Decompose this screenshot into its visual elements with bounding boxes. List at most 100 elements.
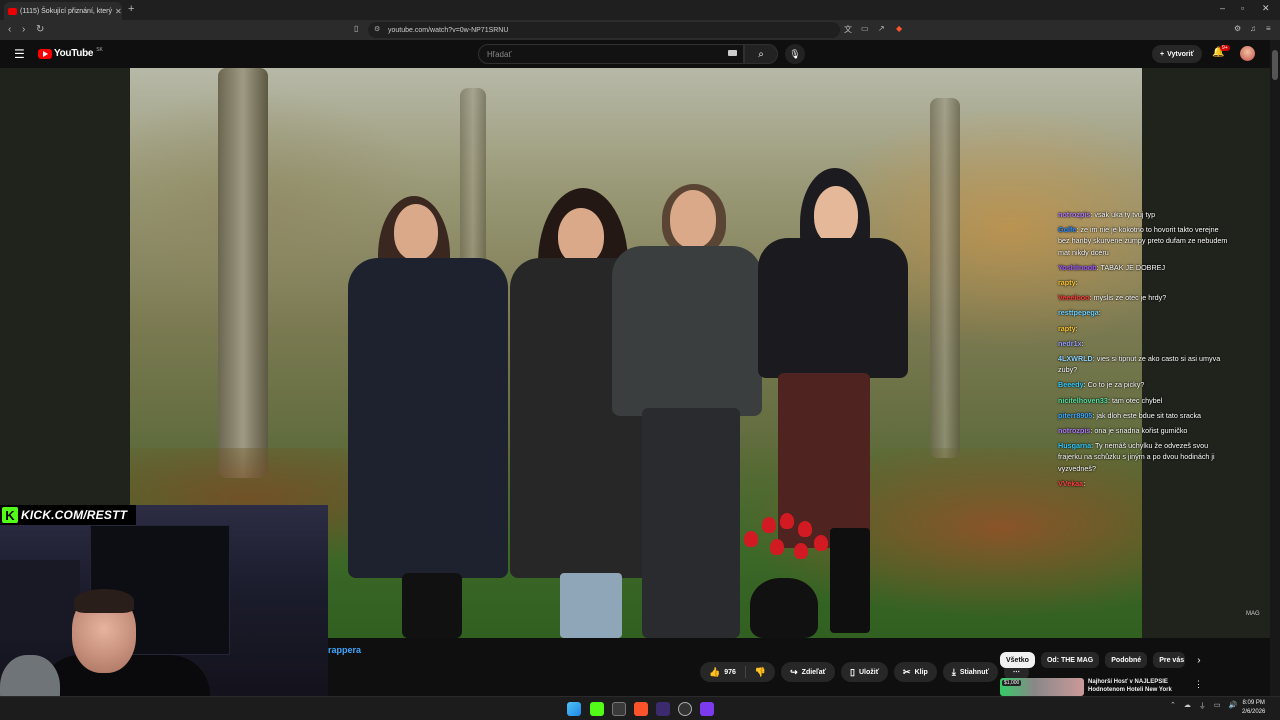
chat-username[interactable]: Husgarna: [1058, 441, 1091, 450]
tree-trunk: [218, 68, 268, 478]
keyboard-icon[interactable]: [728, 50, 737, 56]
create-button[interactable]: + Vytvoriť: [1152, 45, 1202, 63]
media-icon[interactable]: ♫: [1250, 24, 1256, 33]
chat-username[interactable]: Veeelooo: [1058, 293, 1090, 302]
twitch-icon[interactable]: [700, 702, 714, 716]
like-count: 976: [724, 668, 736, 676]
hamburger-menu-icon[interactable]: ☰: [14, 47, 25, 61]
chat-username[interactable]: VVekaa: [1058, 479, 1083, 488]
chip-for-you[interactable]: Pre vás: [1153, 652, 1186, 668]
chat-username[interactable]: nedr1x: [1058, 339, 1082, 348]
chat-username[interactable]: Beeedy: [1058, 380, 1084, 389]
search-icon: ⌕: [758, 48, 764, 60]
back-icon[interactable]: ‹: [8, 24, 11, 35]
scissors-icon: ✂: [903, 666, 911, 677]
recommended-video-thumbnail[interactable]: $1,000: [1000, 678, 1084, 696]
share-button[interactable]: ↪ Zdieľať: [781, 662, 836, 682]
chat-message: notrozpis: vsak uka ty tvuj typ: [1058, 209, 1228, 220]
search-input[interactable]: Hľadať: [478, 44, 744, 64]
chip-all[interactable]: Všetko: [1000, 652, 1035, 668]
webcam-background-shelf: [0, 560, 80, 640]
chat-message: Veeelooo: myslis ze otec je hrdy?: [1058, 292, 1228, 303]
maximize-icon[interactable]: ▫: [1241, 3, 1244, 13]
kick-app-icon[interactable]: [590, 702, 604, 716]
chat-username[interactable]: resttpepega: [1058, 308, 1099, 317]
volume-icon[interactable]: 🔊: [1229, 701, 1238, 711]
minimize-icon[interactable]: –: [1220, 3, 1225, 13]
chat-message: Golfe: ze im nie je kokotno to hovorit t…: [1058, 224, 1228, 258]
bookmark-icon[interactable]: ▯: [354, 24, 358, 33]
recommended-video-title[interactable]: Najhorší Hosť v NAJLEPŠIE Hodnotenom Hot…: [1088, 678, 1184, 696]
app-icon[interactable]: [656, 702, 670, 716]
windows-taskbar: ⌃ ☁ ⏚ ▭ 🔊 8:09 PM 2/6/2026: [0, 696, 1280, 720]
cloud-icon[interactable]: ☁: [1184, 701, 1191, 711]
browser-tab[interactable]: (1115) Šokující přiznání, který ✕: [4, 2, 122, 20]
windows-start-icon[interactable]: [567, 702, 581, 716]
usb-icon[interactable]: ⏚: [1199, 701, 1206, 711]
file-explorer-icon[interactable]: [612, 702, 626, 716]
brave-shield-icon[interactable]: ◆: [896, 24, 902, 33]
like-button[interactable]: 👍 976: [700, 662, 745, 682]
chat-username[interactable]: notrozpis: [1058, 426, 1090, 435]
scrollbar-thumb[interactable]: [1272, 50, 1278, 80]
chat-username[interactable]: 4LXWRLD: [1058, 354, 1093, 363]
translate-icon[interactable]: 文: [844, 24, 852, 35]
clock-date: 2/6/2026: [1242, 709, 1266, 715]
tray-overflow-icon[interactable]: ⌃: [1170, 701, 1176, 711]
description-link[interactable]: rappera: [328, 645, 361, 655]
chat-username[interactable]: rapty: [1058, 324, 1076, 333]
clip-button[interactable]: ✂ Klip: [894, 662, 937, 682]
chip-from-channel[interactable]: Od: THE MAG: [1040, 652, 1100, 668]
chat-separator: :: [1098, 308, 1101, 318]
brave-browser-icon[interactable]: [634, 702, 648, 716]
share-icon: ↪: [790, 666, 798, 677]
chat-message: notrozpis: ona je snadna kořist gumičko: [1058, 425, 1228, 436]
browser-menu-icon[interactable]: ≡: [1266, 24, 1271, 33]
chat-separator: :: [1075, 323, 1078, 333]
forward-icon[interactable]: ›: [22, 24, 25, 35]
clip-label: Klip: [914, 668, 928, 676]
bookmark-save-icon: ▯: [850, 666, 855, 677]
chat-message: nedr1x:: [1058, 338, 1228, 349]
share-page-icon[interactable]: ↗: [878, 24, 885, 33]
extensions-icon[interactable]: ⚙: [1234, 24, 1241, 33]
close-tab-icon[interactable]: ✕: [115, 7, 122, 16]
chat-username[interactable]: nicitelhoven33: [1058, 396, 1108, 405]
dislike-button[interactable]: 👎: [746, 662, 775, 682]
page-scrollbar[interactable]: [1270, 40, 1280, 696]
chip-similar[interactable]: Podobné: [1105, 652, 1148, 668]
channel-watermark: MAG: [1246, 611, 1260, 617]
reload-icon[interactable]: ↻: [36, 24, 44, 35]
download-button[interactable]: ⤓ Stiahnuť: [942, 662, 998, 682]
chat-username[interactable]: YoshiInoob: [1058, 263, 1097, 272]
streamer-webcam-overlay: [0, 505, 328, 720]
taskbar-clock[interactable]: 8:09 PM 2/6/2026: [1242, 699, 1265, 717]
save-button[interactable]: ▯ Uložiť: [841, 662, 889, 682]
chat-text: Co to je za picky?: [1087, 380, 1145, 390]
cast-icon[interactable]: ▭: [861, 24, 869, 33]
youtube-logo[interactable]: YouTube SK: [38, 47, 103, 59]
chat-message: piterr8905: jak dloh este bdue sit tato …: [1058, 410, 1228, 421]
chat-text: ze im nie je kokotno to hovorit takto ve…: [1058, 225, 1228, 257]
account-avatar[interactable]: [1240, 46, 1255, 61]
chat-username[interactable]: Golfe: [1058, 225, 1076, 234]
clock-time: 8:09 PM: [1242, 700, 1265, 706]
kick-url-text: KICK.COM/RESTT: [21, 508, 128, 522]
new-tab-button[interactable]: +: [128, 3, 134, 15]
chat-text: TABAK JE DOBREJ: [1100, 262, 1166, 272]
chat-message: VVekaa:: [1058, 478, 1228, 489]
voice-search-button[interactable]: 🎙: [785, 44, 805, 64]
chat-username[interactable]: notrozpis: [1058, 210, 1090, 219]
search-button[interactable]: ⌕: [744, 44, 778, 64]
obs-icon[interactable]: [678, 702, 692, 716]
more-vertical-icon[interactable]: ⋮: [1194, 679, 1203, 690]
url-field[interactable]: ⚙ youtube.com/watch?v=0w-NP71SRNU: [368, 22, 840, 38]
chevron-right-icon[interactable]: ›: [1197, 655, 1200, 666]
monitor-icon[interactable]: ▭: [1214, 701, 1221, 711]
chat-username[interactable]: rapty: [1058, 278, 1076, 287]
recommended-video[interactable]: $1,000 Najhorší Hosť v NAJLEPŠIE Hodnote…: [1000, 678, 1200, 696]
chat-username[interactable]: piterr8905: [1058, 411, 1092, 420]
close-window-icon[interactable]: ✕: [1262, 3, 1270, 14]
youtube-favicon-icon: [8, 7, 17, 15]
site-info-icon[interactable]: ⚙: [374, 25, 380, 33]
